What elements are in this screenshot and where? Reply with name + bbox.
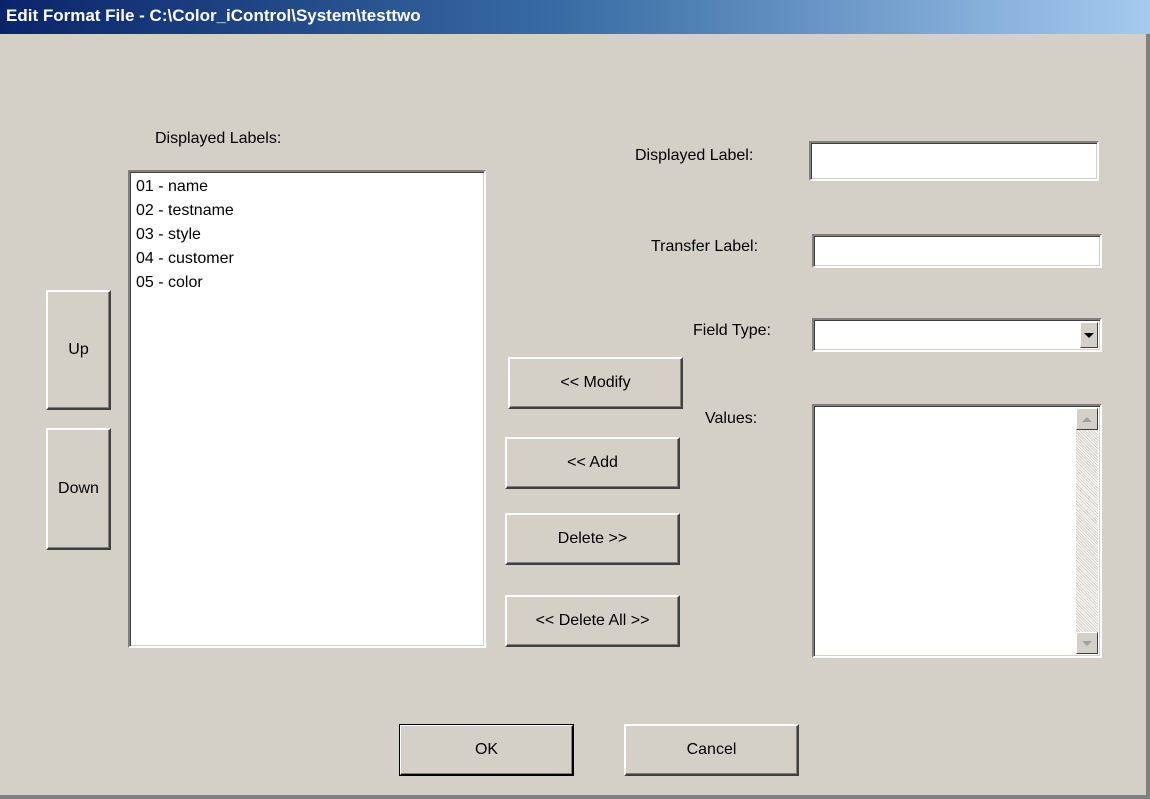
down-button[interactable]: Down — [46, 428, 111, 550]
values-scrollbar[interactable] — [1076, 408, 1098, 654]
scroll-up-button[interactable] — [1076, 408, 1098, 430]
list-item[interactable]: 03 - style — [130, 223, 484, 247]
delete-all-button[interactable]: << Delete All >> — [505, 595, 680, 647]
field-type-label: Field Type: — [693, 322, 771, 339]
values-list[interactable] — [812, 404, 1102, 658]
up-button[interactable]: Up — [46, 290, 111, 410]
edit-format-file-dialog: Edit Format File - C:\Color_iControl\Sys… — [0, 0, 1150, 799]
ok-button[interactable]: OK — [399, 724, 574, 776]
displayed-labels-list[interactable]: 01 - name 02 - testname 03 - style 04 - cus… — [128, 170, 486, 648]
list-item[interactable]: 02 - testname — [130, 199, 484, 223]
window-title: Edit Format File - C:\Color_iControl\Sys… — [6, 6, 421, 25]
add-button[interactable]: << Add — [505, 437, 680, 489]
dropdown-arrow-button[interactable] — [1080, 322, 1098, 348]
displayed-label-field[interactable] — [809, 141, 1099, 181]
scroll-down-icon — [1082, 640, 1092, 646]
list-item[interactable]: 05 - color — [130, 271, 484, 295]
delete-button[interactable]: Delete >> — [505, 513, 680, 565]
displayed-label-label: Displayed Label: — [635, 147, 754, 164]
chevron-down-icon — [1084, 332, 1094, 338]
cancel-button[interactable]: Cancel — [624, 724, 799, 776]
list-item[interactable]: 01 - name — [130, 175, 484, 199]
list-item[interactable]: 04 - customer — [130, 247, 484, 271]
window-border-right — [1146, 34, 1150, 799]
transfer-label-label: Transfer Label: — [651, 238, 759, 255]
modify-button[interactable]: << Modify — [508, 357, 683, 409]
title-bar[interactable]: Edit Format File - C:\Color_iControl\Sys… — [0, 0, 1150, 34]
field-type-dropdown[interactable] — [812, 318, 1102, 352]
values-label: Values: — [705, 410, 758, 427]
transfer-label-field[interactable] — [812, 234, 1102, 268]
displayed-labels-heading: Displayed Labels: — [155, 130, 282, 147]
window-border-bottom — [0, 795, 1150, 799]
scroll-down-button[interactable] — [1076, 632, 1098, 654]
scroll-up-icon — [1082, 416, 1092, 422]
